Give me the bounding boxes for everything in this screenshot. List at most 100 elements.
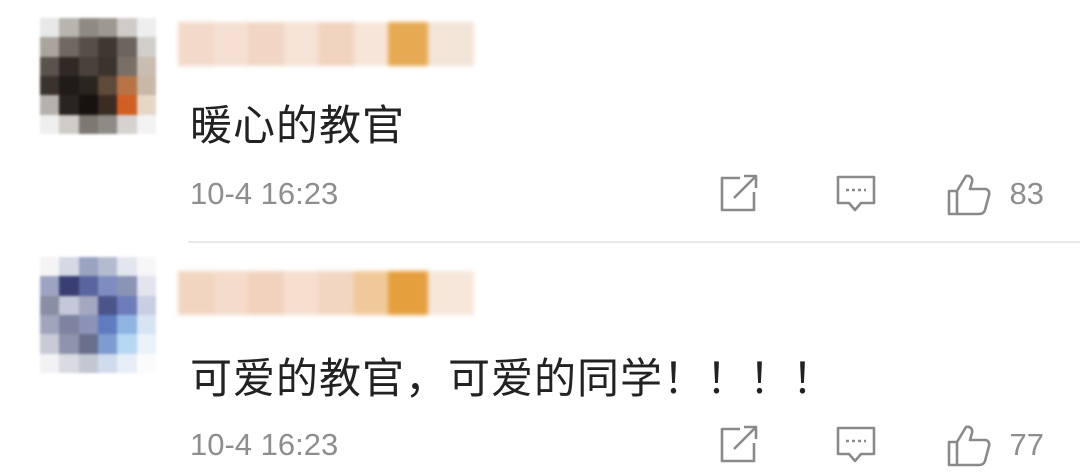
avatar-mosaic-cell xyxy=(40,114,60,134)
avatar-mosaic-cell xyxy=(98,315,118,335)
avatar-mosaic-cell xyxy=(136,18,156,38)
avatar-mosaic-cell xyxy=(78,276,98,296)
avatar-mosaic-cell xyxy=(98,353,118,373)
avatar-mosaic-cell xyxy=(59,56,79,76)
avatar-mosaic-cell xyxy=(40,276,60,296)
username-mosaic-block xyxy=(354,271,388,315)
avatar-mosaic-cell xyxy=(78,18,98,38)
avatar-mosaic-cell xyxy=(98,37,118,57)
avatar-mosaic-cell xyxy=(98,295,118,315)
share-icon xyxy=(720,425,757,463)
comment-meta: 10-4 16:23 77 xyxy=(190,421,1044,469)
avatar-mosaic-cell xyxy=(40,95,60,115)
avatar-mosaic-cell xyxy=(98,276,118,296)
share-icon xyxy=(720,174,757,212)
avatar-mosaic-cell xyxy=(117,257,137,277)
avatar-mosaic-cell xyxy=(40,76,60,96)
avatar-mosaic-cell xyxy=(117,334,137,354)
avatar-mosaic-cell xyxy=(98,18,118,38)
avatar-mosaic-cell xyxy=(136,334,156,354)
avatar-mosaic-cell xyxy=(136,315,156,335)
thumbs-up-icon xyxy=(947,425,991,467)
username-mosaic-block xyxy=(428,22,474,66)
avatar-mosaic-cell xyxy=(136,37,156,57)
thumbs-up-icon xyxy=(947,174,991,216)
comment-timestamp: 10-4 16:23 xyxy=(190,427,339,462)
avatar-mosaic-cell xyxy=(59,76,79,96)
username-mosaic-block xyxy=(214,271,248,315)
comment-text: 可爱的教官，可爱的同学！！！！ xyxy=(190,354,836,403)
comment-item: 暖心的教官 10-4 16:23 83 xyxy=(0,0,1080,242)
avatar-mosaic-cell xyxy=(136,95,156,115)
comment-item: 可爱的教官，可爱的同学！！！！ 10-4 16:23 77 xyxy=(0,243,1080,473)
avatar-mosaic-cell xyxy=(117,114,137,134)
like-count: 77 xyxy=(1009,427,1044,462)
avatar-mosaic-cell xyxy=(40,56,60,76)
username-mosaic-block xyxy=(428,271,474,315)
avatar-mosaic-cell xyxy=(78,37,98,57)
avatar-mosaic-cell xyxy=(40,353,60,373)
avatar-mosaic-cell xyxy=(117,76,137,96)
avatar-mosaic-cell xyxy=(117,95,137,115)
avatar-mosaic-cell xyxy=(59,95,79,115)
username-mosaic-block xyxy=(388,271,428,315)
avatar-mosaic-cell xyxy=(78,114,98,134)
avatar-mosaic-cell xyxy=(59,37,79,57)
avatar-mosaic-cell xyxy=(59,334,79,354)
avatar-mosaic-cell xyxy=(59,315,79,335)
avatar-mosaic-cell xyxy=(117,315,137,335)
avatar-mosaic-cell xyxy=(78,315,98,335)
avatar-mosaic-cell xyxy=(40,37,60,57)
avatar-mosaic-cell xyxy=(117,56,137,76)
avatar-mosaic-cell xyxy=(98,76,118,96)
avatar-mosaic-cell xyxy=(59,18,79,38)
username-mosaic-block xyxy=(178,22,214,66)
avatar-mosaic-cell xyxy=(59,353,79,373)
username-mosaic-block xyxy=(178,271,214,315)
avatar-mosaic-cell xyxy=(117,37,137,57)
share-button[interactable] xyxy=(718,174,760,214)
avatar-mosaic-cell xyxy=(98,95,118,115)
avatar-mosaic-cell xyxy=(78,353,98,373)
avatar-mosaic-cell xyxy=(40,257,60,277)
username-mosaic-block xyxy=(284,22,318,66)
avatar-mosaic-cell xyxy=(40,334,60,354)
comment-meta: 10-4 16:23 83 xyxy=(190,170,1044,218)
avatar-mosaic-cell xyxy=(78,334,98,354)
avatar-mosaic-cell xyxy=(98,257,118,277)
avatar-mosaic-cell xyxy=(136,295,156,315)
username-mosaic-block xyxy=(248,22,284,66)
avatar-mosaic-cell xyxy=(136,257,156,277)
avatar-mosaic-cell xyxy=(59,114,79,134)
avatar[interactable] xyxy=(40,257,156,373)
avatar-mosaic-cell xyxy=(136,76,156,96)
reply-button[interactable] xyxy=(834,173,878,215)
avatar-mosaic-cell xyxy=(78,95,98,115)
avatar-mosaic-cell xyxy=(117,18,137,38)
username-mosaic-block xyxy=(388,22,428,66)
username-mosaic-block xyxy=(248,271,284,315)
avatar-mosaic-cell xyxy=(136,276,156,296)
comment-text: 暖心的教官 xyxy=(190,101,406,150)
avatar-mosaic-cell xyxy=(98,114,118,134)
avatar-mosaic-cell xyxy=(117,276,137,296)
username-mosaic-block xyxy=(214,22,248,66)
comment-actions: 77 xyxy=(718,423,1044,467)
avatar-mosaic-cell xyxy=(117,353,137,373)
avatar-mosaic-cell xyxy=(40,315,60,335)
like-count: 83 xyxy=(1009,176,1044,211)
like-button[interactable]: 83 xyxy=(946,172,1044,216)
share-button[interactable] xyxy=(718,425,760,465)
avatar[interactable] xyxy=(40,18,156,134)
comment-icon xyxy=(836,175,875,212)
avatar-mosaic-cell xyxy=(117,295,137,315)
reply-button[interactable] xyxy=(834,424,878,466)
avatar-mosaic-cell xyxy=(40,295,60,315)
username-blurred[interactable] xyxy=(178,271,474,315)
avatar-mosaic-cell xyxy=(78,76,98,96)
avatar-mosaic-cell xyxy=(78,295,98,315)
avatar-mosaic-cell xyxy=(136,114,156,134)
username-blurred[interactable] xyxy=(178,22,474,66)
like-button[interactable]: 77 xyxy=(946,423,1044,467)
avatar-mosaic-cell xyxy=(78,257,98,277)
